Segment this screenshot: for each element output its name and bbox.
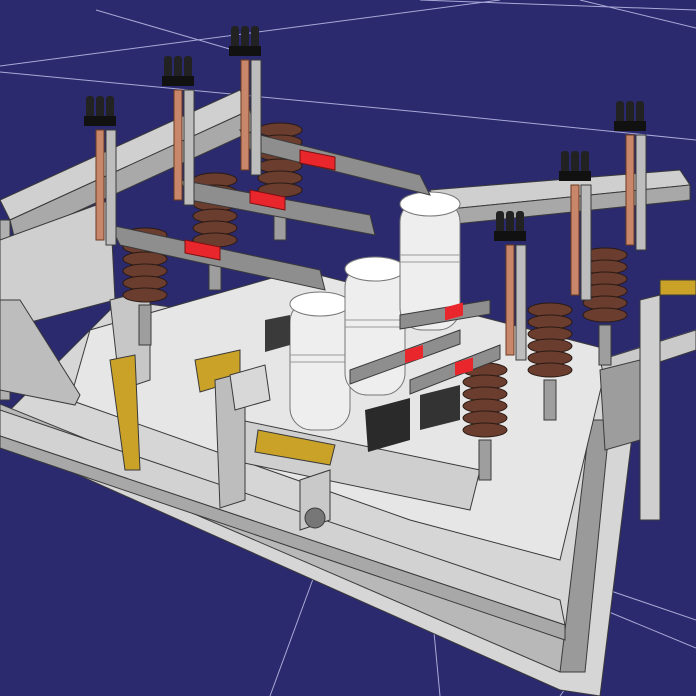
insulator-disc <box>122 287 168 303</box>
copper-arm <box>570 184 580 296</box>
contact-clamp <box>559 171 591 181</box>
contact-support <box>105 129 117 246</box>
breaker-cap <box>289 291 351 317</box>
insulator-stem <box>598 324 612 366</box>
copper-arm <box>95 129 105 241</box>
insulator-stem <box>138 304 152 346</box>
contact-clamp <box>229 46 261 56</box>
contact-clamp <box>494 231 526 241</box>
contact-support <box>515 244 527 361</box>
insulator-disc <box>582 307 628 323</box>
copper-arm <box>173 89 183 201</box>
contact-support <box>635 134 647 251</box>
insulator-stem <box>478 439 492 481</box>
insulator-disc <box>462 422 508 438</box>
breaker-cap <box>399 191 461 217</box>
switchgear-model-drawing <box>0 0 696 696</box>
contact-support <box>250 59 262 176</box>
contact-support <box>183 89 195 206</box>
breaker-bottle <box>289 299 351 431</box>
contact-clamp <box>84 116 116 126</box>
cad-3d-viewport[interactable] <box>0 0 696 696</box>
copper-arm <box>625 134 635 246</box>
insulator-stem <box>543 379 557 421</box>
contact-clamp <box>614 121 646 131</box>
contact-support <box>580 184 592 301</box>
insulator-disc <box>527 362 573 378</box>
copper-arm <box>505 244 515 356</box>
breaker-cap <box>344 256 406 282</box>
copper-arm <box>240 59 250 171</box>
contact-clamp <box>162 76 194 86</box>
